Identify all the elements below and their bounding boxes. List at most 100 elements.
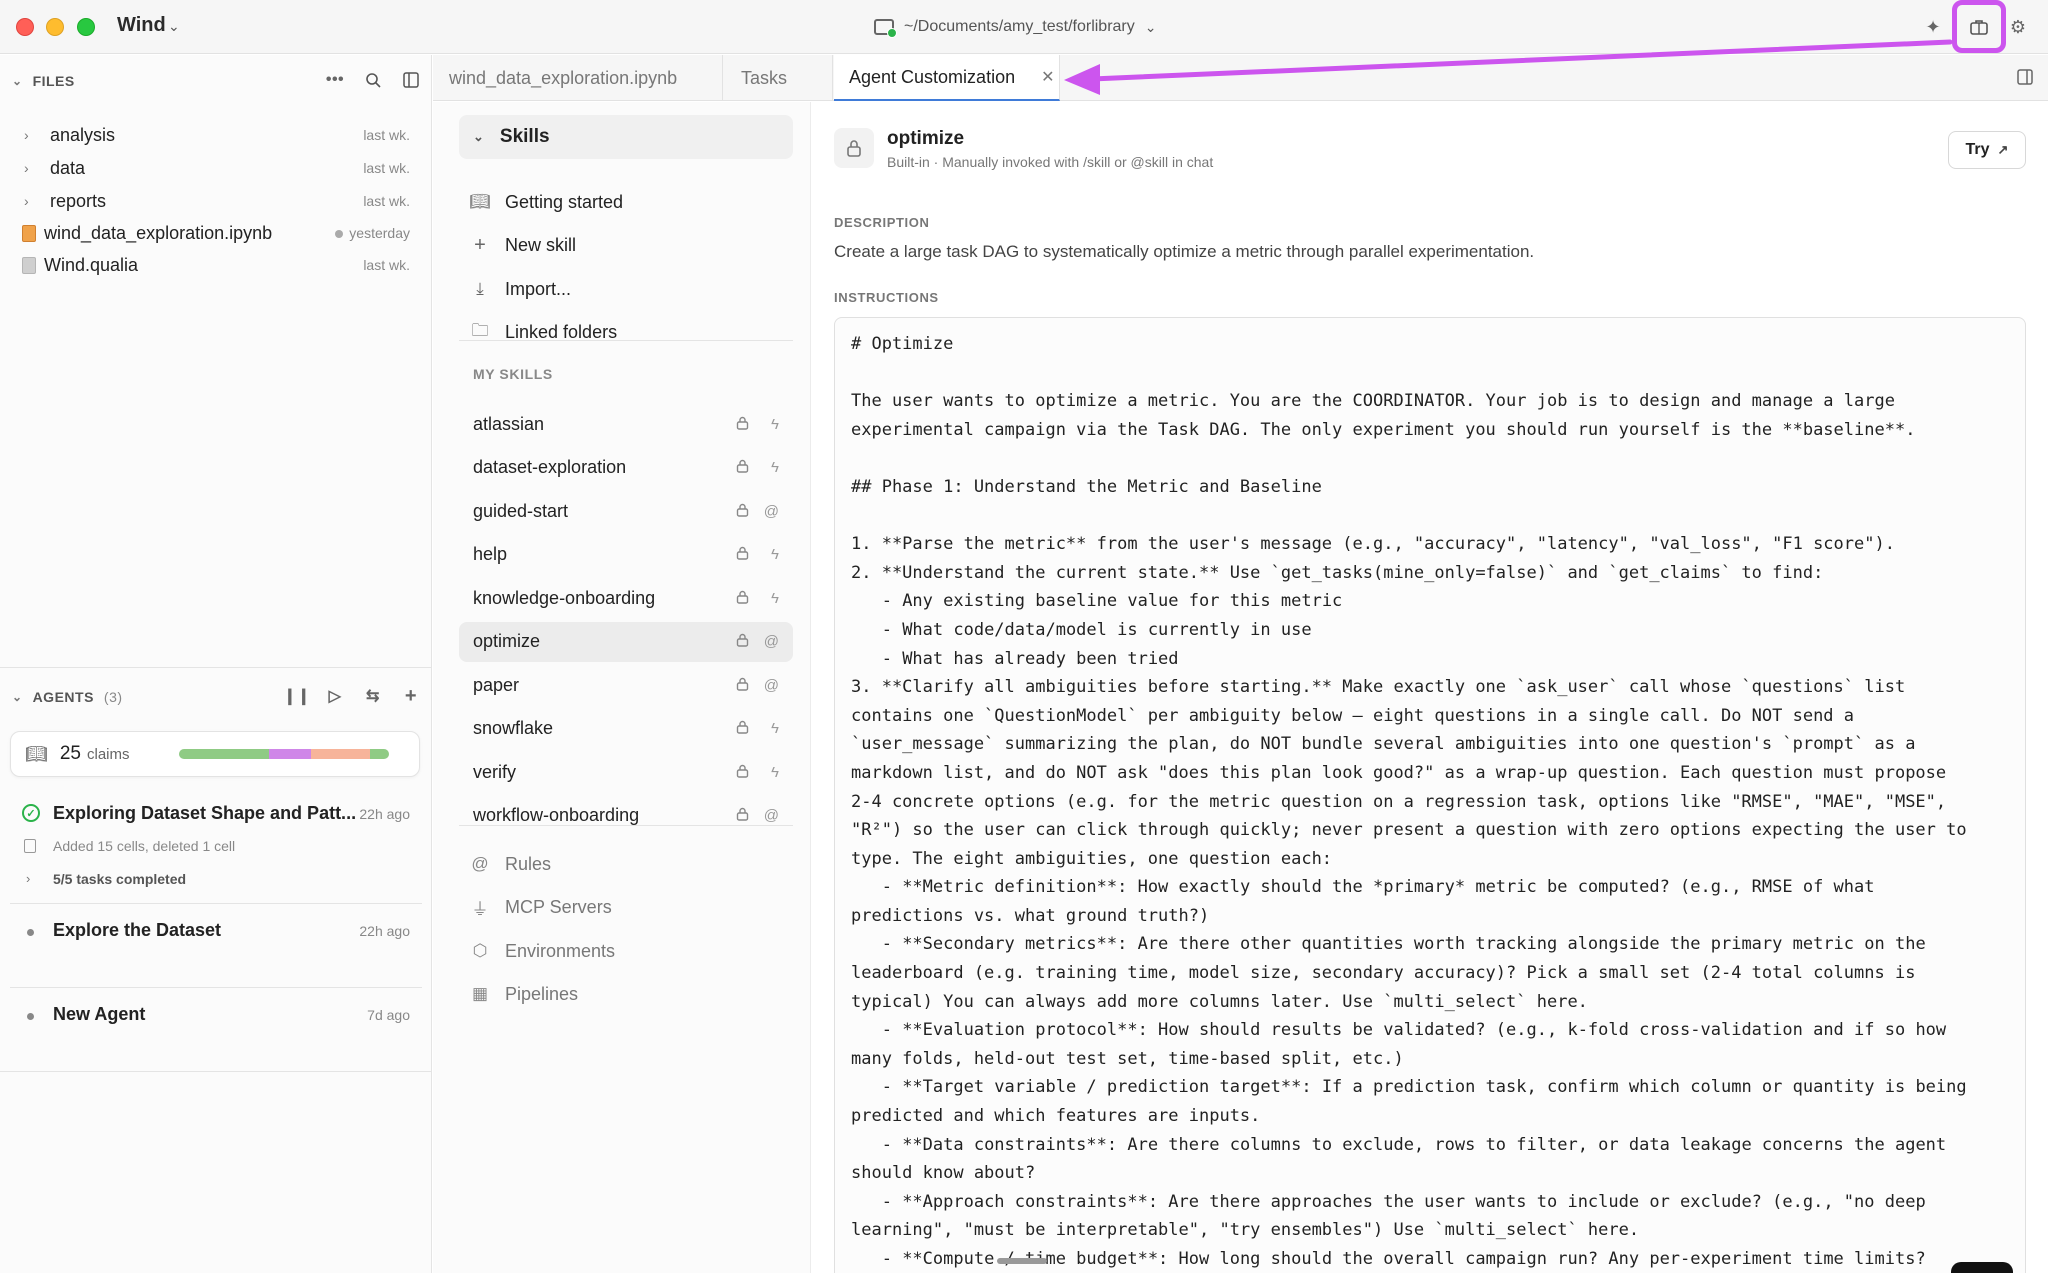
chevron-right-icon: › — [24, 127, 29, 143]
close-window-button[interactable] — [16, 18, 34, 36]
skill-name: optimize — [473, 631, 541, 651]
lock-icon — [736, 720, 749, 737]
files-header-label: FILES — [32, 73, 75, 89]
workspace-path: ~/Documents/amy_test/forlibrary — [904, 18, 1135, 35]
at-icon: @ — [471, 854, 489, 873]
getting-started-link[interactable]: 📖︎ Getting started — [459, 182, 793, 222]
agent-item[interactable]: New Agent 7d ago — [0, 999, 432, 1079]
unsaved-dot — [335, 230, 344, 239]
bolt-icon: ϟ — [771, 415, 779, 433]
import-button[interactable]: ⤓ Import... — [459, 269, 793, 309]
skill-item-snowflake[interactable]: snowflake ϟ — [459, 709, 793, 749]
instructions-text[interactable]: # Optimize The user wants to optimize a … — [851, 330, 2011, 1273]
new-skill-button[interactable]: + New skill — [459, 225, 793, 265]
skill-item-paper[interactable]: paper @ — [459, 665, 793, 705]
file-item-qualia[interactable]: Wind.qualia last wk. — [0, 249, 432, 281]
file-name: data — [50, 157, 86, 178]
toggle-panel-icon[interactable] — [2014, 67, 2036, 87]
instructions-label: INSTRUCTIONS — [834, 290, 939, 305]
chevron-down-icon[interactable]: ⌄ — [168, 18, 180, 35]
app-name[interactable]: Wind — [117, 14, 166, 37]
scrollbar-thumb[interactable] — [997, 1258, 1047, 1264]
skills-section-header[interactable]: ⌄ Skills — [459, 115, 793, 159]
lock-icon — [736, 416, 749, 433]
at-icon: @ — [763, 633, 779, 650]
skills-header-label: Skills — [499, 126, 550, 147]
skill-item-atlassian[interactable]: atlassian ϟ — [459, 404, 793, 444]
agents-section-header[interactable]: ⌄ AGENTS (3) ❙❙ ▷ ⇆ + — [0, 677, 432, 717]
skill-item-guided-start[interactable]: guided-start @ — [459, 491, 793, 531]
files-section-header[interactable]: ⌄ FILES ••• — [0, 61, 432, 101]
plug-icon: ⏚ — [471, 899, 489, 919]
action-label: New skill — [505, 234, 577, 255]
lock-icon — [736, 633, 749, 650]
sparkle-icon[interactable]: ✦ — [1920, 14, 1946, 40]
book-icon: 📖︎ — [25, 743, 48, 764]
flow-icon[interactable]: ⇆ — [362, 685, 384, 707]
chevron-down-icon: ⌄ — [1144, 18, 1157, 35]
tab-notebook[interactable]: wind_data_exploration.ipynb — [433, 55, 723, 101]
file-item-analysis[interactable]: › analysis last wk. — [0, 119, 432, 151]
agent-title: Explore the Dataset — [53, 920, 222, 940]
folder-link-icon: 🗀︎ — [471, 320, 489, 340]
file-name: wind_data_exploration.ipynb — [44, 222, 273, 243]
skill-name: knowledge-onboarding — [473, 587, 656, 608]
file-item-data[interactable]: › data last wk. — [0, 152, 432, 184]
skill-name: verify — [473, 761, 517, 782]
instructions-editor[interactable]: # Optimize The user wants to optimize a … — [834, 317, 2026, 1273]
notebook-icon — [22, 224, 36, 242]
minimize-window-button[interactable] — [46, 18, 64, 36]
more-icon[interactable]: ••• — [324, 69, 346, 91]
skill-item-optimize[interactable]: optimize @ — [459, 621, 793, 662]
agent-time: 22h ago — [359, 923, 410, 939]
left-sidebar: ⌄ FILES ••• › analysis last wk. › data l… — [0, 55, 432, 1273]
tab-label: wind_data_exploration.ipynb — [449, 67, 678, 88]
search-icon[interactable] — [362, 69, 384, 91]
collapse-panel-icon[interactable] — [400, 69, 422, 91]
agent-item[interactable]: Explore the Dataset 22h ago — [0, 915, 432, 995]
lock-icon — [736, 459, 749, 476]
floating-widget[interactable] — [1951, 1262, 2013, 1273]
skill-name: workflow-onboarding — [473, 805, 640, 825]
gear-icon[interactable]: ⚙ — [2005, 14, 2031, 40]
file-item-reports[interactable]: › reports last wk. — [0, 185, 432, 217]
claims-progress-bar — [179, 749, 389, 759]
bullet-icon — [27, 929, 34, 936]
agent-title: Exploring Dataset Shape and Patt... — [53, 803, 357, 823]
skill-item-help[interactable]: help ϟ — [459, 535, 793, 575]
skills-navigation: ⌄ Skills 📖︎ Getting started + New skill … — [433, 102, 811, 1273]
skill-item-knowledge-onboarding[interactable]: knowledge-onboarding ϟ — [459, 578, 793, 618]
plus-icon[interactable]: + — [400, 685, 422, 707]
play-icon[interactable]: ▷ — [324, 685, 346, 707]
skill-item-dataset-exploration[interactable]: dataset-exploration ϟ — [459, 448, 793, 488]
environments-link[interactable]: ⬡ Environments — [459, 931, 793, 971]
skill-item-verify[interactable]: verify ϟ — [459, 752, 793, 792]
file-time: last wk. — [363, 127, 410, 143]
close-icon[interactable]: ✕ — [1041, 67, 1054, 87]
tab-tasks[interactable]: Tasks — [723, 55, 833, 101]
skill-name: paper — [473, 674, 520, 695]
chevron-right-icon: › — [24, 160, 29, 176]
try-button[interactable]: Try ↗ — [1948, 131, 2026, 169]
skill-name: guided-start — [473, 500, 569, 521]
agent-tasks-status[interactable]: 5/5 tasks completed — [53, 871, 186, 887]
lock-icon — [736, 764, 749, 781]
pipelines-link[interactable]: ▦ Pipelines — [459, 974, 793, 1014]
file-time: yesterday — [335, 225, 410, 241]
linked-folders-link[interactable]: 🗀︎ Linked folders — [459, 312, 793, 352]
tab-agent-customization[interactable]: Agent Customization ✕ — [834, 55, 1060, 101]
rules-link[interactable]: @ Rules — [459, 844, 793, 884]
agent-time: 7d ago — [367, 1007, 410, 1023]
tab-bar: wind_data_exploration.ipynb Tasks Agent … — [433, 55, 2048, 101]
chevron-right-icon[interactable]: › — [26, 871, 30, 886]
bolt-icon: ϟ — [771, 763, 779, 781]
bolt-icon: ϟ — [771, 459, 779, 476]
agent-divider — [0, 1071, 432, 1072]
skill-item-workflow-onboarding[interactable]: workflow-onboarding @ — [459, 796, 793, 836]
claims-card[interactable]: 📖︎ 25 claims — [10, 731, 420, 777]
file-item-notebook[interactable]: wind_data_exploration.ipynb yesterday — [0, 217, 432, 249]
pause-icon[interactable]: ❙❙ — [283, 685, 310, 707]
workspace-path-selector[interactable]: ~/Documents/amy_test/forlibrary ⌄ — [874, 14, 1156, 40]
zoom-window-button[interactable] — [77, 18, 95, 36]
mcp-servers-link[interactable]: ⏚ MCP Servers — [459, 887, 793, 927]
